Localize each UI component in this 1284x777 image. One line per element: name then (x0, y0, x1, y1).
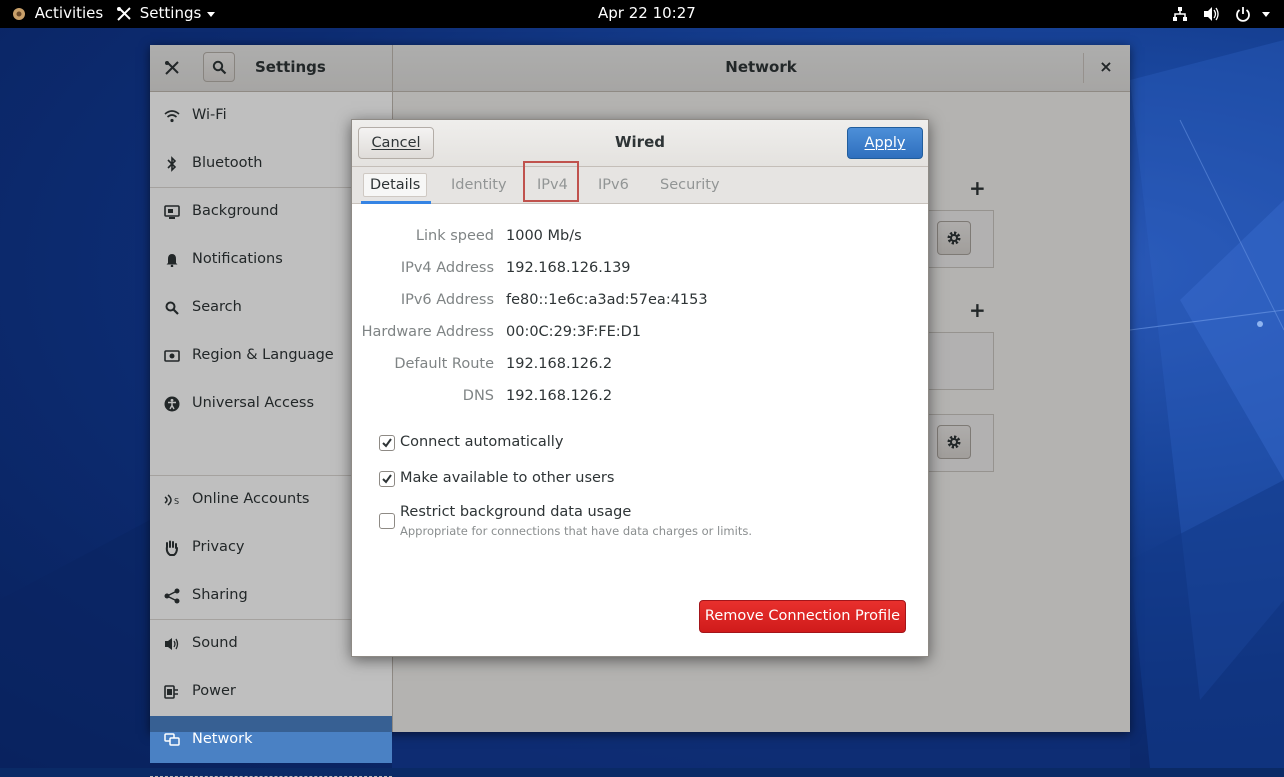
top-bar: Activities Settings Apr 22 10:27 (0, 0, 1284, 28)
dialog-header: Cancel Wired Apply (352, 120, 928, 167)
checkmark-icon (382, 438, 392, 448)
available-to-others-label[interactable]: Make available to other users (400, 470, 614, 486)
fedora-logo-icon (13, 7, 25, 20)
clock[interactable]: Apr 22 10:27 (598, 0, 696, 28)
connect-automatically-checkbox[interactable] (379, 435, 395, 451)
tools-icon (117, 6, 131, 21)
dns-label: DNS (462, 388, 494, 404)
app-menu[interactable]: Settings (116, 0, 216, 28)
link-speed-value: 1000 Mb/s (506, 228, 582, 244)
tab-identity[interactable]: Identity (451, 167, 507, 203)
app-menu-label: Settings (139, 4, 202, 22)
apply-button[interactable]: Apply (847, 127, 923, 159)
hardware-address-label: Hardware Address (361, 324, 494, 340)
connect-automatically-label[interactable]: Connect automatically (400, 434, 563, 450)
status-menu[interactable] (1172, 0, 1271, 28)
selected-tab-indicator (361, 201, 431, 204)
dns-value: 192.168.126.2 (506, 388, 613, 404)
tab-ipv6[interactable]: IPv6 (598, 167, 629, 203)
checkmark-icon (382, 474, 392, 484)
ipv4-tab-highlight-box (523, 161, 579, 202)
ipv6-address-value: fe80::1e6c:a3ad:57ea:4153 (506, 292, 708, 308)
available-to-others-checkbox[interactable] (379, 471, 395, 487)
activities-button[interactable]: Activities (12, 0, 103, 28)
tab-bar: Details Identity IPv4 IPv6 Security (352, 167, 928, 204)
tab-label: Details (363, 173, 428, 197)
hardware-address-value: 00:0C:29:3F:FE:D1 (506, 324, 642, 340)
link-speed-label: Link speed (415, 228, 494, 244)
ipv4-address-label: IPv4 Address (400, 260, 494, 276)
volume-icon (1203, 6, 1219, 21)
dialog-title: Wired (615, 133, 665, 151)
restrict-background-data-sublabel: Appropriate for connections that have da… (400, 524, 752, 538)
tab-details[interactable]: Details (363, 167, 428, 203)
restrict-background-data-checkbox[interactable] (379, 513, 395, 529)
wired-dialog: Cancel Wired Apply Details Identity IPv4… (351, 119, 929, 657)
tab-security[interactable]: Security (660, 167, 720, 203)
default-route-label: Default Route (394, 356, 494, 372)
default-route-value: 192.168.126.2 (506, 356, 613, 372)
power-icon (1235, 6, 1250, 22)
activities-label: Activities (34, 4, 104, 22)
chevron-down-icon (1262, 11, 1271, 17)
network-wired-icon (1173, 6, 1187, 21)
chevron-down-icon (207, 11, 216, 17)
ipv6-address-label: IPv6 Address (400, 292, 494, 308)
ipv4-address-value: 192.168.126.139 (506, 260, 631, 276)
restrict-background-data-label[interactable]: Restrict background data usage (400, 504, 631, 520)
remove-connection-profile-button[interactable]: Remove Connection Profile (699, 600, 906, 633)
